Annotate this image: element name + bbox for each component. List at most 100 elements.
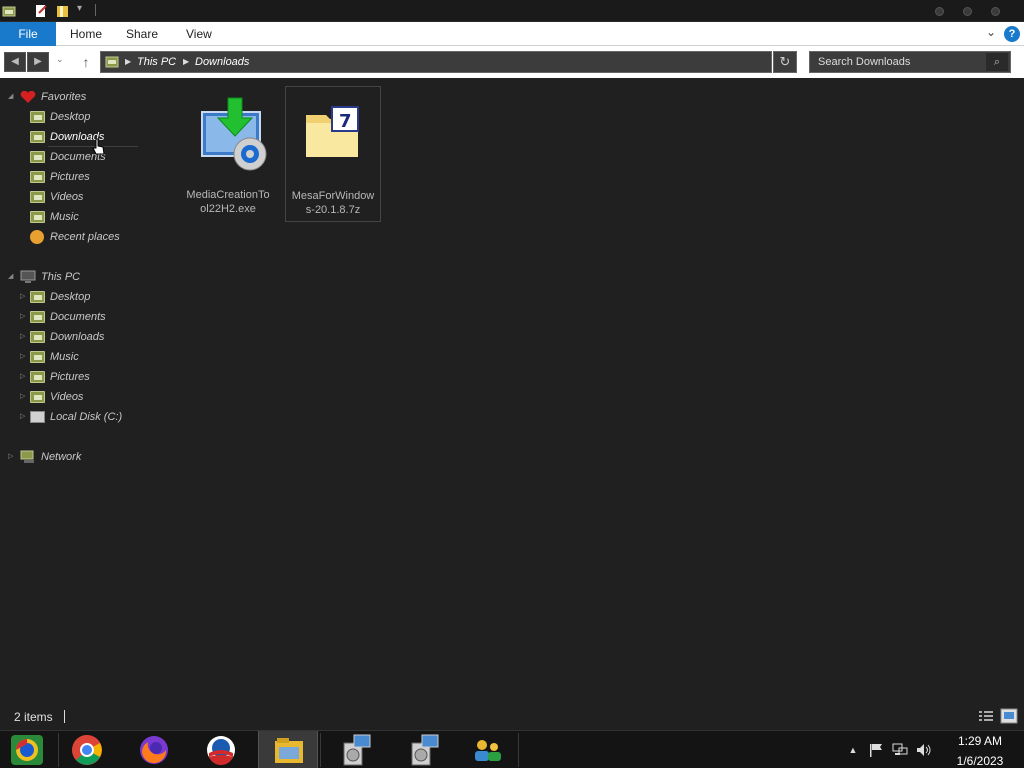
svg-text:7: 7 bbox=[339, 111, 352, 132]
recent-locations-icon[interactable]: ⌄ bbox=[56, 54, 64, 65]
nav-pc-local-disk-c[interactable]: ▷ Local Disk (C:) bbox=[20, 408, 160, 426]
expand-arrow-icon[interactable]: ▷ bbox=[20, 308, 30, 326]
nav-pc-pictures[interactable]: ▷ Pictures bbox=[20, 368, 160, 386]
nav-favorites[interactable]: ◢ Favorites bbox=[8, 88, 158, 106]
details-view-icon[interactable] bbox=[977, 708, 995, 724]
tab-file[interactable]: File bbox=[0, 22, 56, 46]
expand-arrow-icon[interactable]: ▷ bbox=[20, 348, 30, 366]
collapse-arrow-icon[interactable]: ◢ bbox=[8, 268, 18, 286]
nav-item-label: Music bbox=[50, 351, 79, 363]
refresh-button[interactable]: ↻ bbox=[773, 51, 797, 73]
nav-favorites-recent-places[interactable]: Recent places bbox=[30, 228, 170, 246]
taskbar-file-explorer[interactable] bbox=[258, 731, 318, 768]
chrome-icon bbox=[72, 735, 102, 765]
clock-time: 1:29 AM bbox=[957, 734, 1003, 748]
videos-folder-icon bbox=[30, 391, 45, 403]
back-button[interactable]: ◀ bbox=[4, 52, 26, 72]
breadcrumb-this-pc[interactable]: This PC bbox=[137, 52, 176, 72]
help-icon[interactable]: ? bbox=[1004, 26, 1020, 42]
status-divider bbox=[64, 710, 65, 723]
nav-pc-downloads[interactable]: ▷ Downloads bbox=[20, 328, 160, 346]
breadcrumb-arrow-icon[interactable]: ▶ bbox=[183, 52, 189, 72]
navigation-pane: ◢ Favorites Desktop Downloads Documents Pic… bbox=[0, 78, 170, 702]
nav-item-label: Downloads bbox=[50, 331, 105, 343]
forward-button[interactable]: ▶ bbox=[27, 52, 49, 72]
folder-app-icon[interactable] bbox=[2, 4, 16, 18]
this-pc-folder-icon bbox=[105, 56, 119, 68]
expand-arrow-icon[interactable]: ▷ bbox=[8, 448, 18, 466]
address-row: ◀ ▶ ⌄ ↑ ▶ This PC ▶ Downloads ↻ Search D… bbox=[0, 46, 1024, 78]
nav-pc-music[interactable]: ▷ Music bbox=[20, 348, 160, 366]
up-arrow-icon[interactable]: ↑ bbox=[78, 52, 94, 72]
music-folder-icon bbox=[30, 211, 45, 223]
nav-favorites-videos[interactable]: Videos bbox=[30, 188, 170, 206]
tab-view[interactable]: View bbox=[186, 22, 212, 46]
downloads-folder-icon bbox=[30, 131, 45, 143]
expand-arrow-icon[interactable]: ▷ bbox=[20, 368, 30, 386]
nav-favorites-desktop[interactable]: Desktop bbox=[30, 108, 170, 126]
file-item-media-creation-tool[interactable]: MediaCreationTo ol22H2.exe bbox=[180, 86, 276, 222]
expand-arrow-icon[interactable]: ▷ bbox=[20, 388, 30, 406]
status-bar: 2 items bbox=[0, 702, 1024, 730]
nav-pc-desktop[interactable]: ▷ Desktop bbox=[20, 288, 160, 306]
media-creation-tool-icon bbox=[201, 97, 267, 171]
show-hidden-icons-icon[interactable]: ▲ bbox=[845, 743, 861, 757]
expand-arrow-icon[interactable]: ▷ bbox=[20, 408, 30, 426]
local-disk-icon bbox=[30, 411, 45, 423]
heart-icon bbox=[20, 91, 36, 103]
nav-this-pc-label: This PC bbox=[41, 271, 81, 283]
expand-arrow-icon[interactable]: ▷ bbox=[20, 288, 30, 306]
desktop-folder-icon bbox=[30, 111, 45, 123]
new-folder-icon[interactable] bbox=[56, 4, 70, 18]
nav-favorites-pictures[interactable]: Pictures bbox=[30, 168, 170, 186]
file-view[interactable]: MediaCreationTo ol22H2.exe 7 MesaForWind… bbox=[92, 78, 1024, 702]
taskbar-installer-2[interactable] bbox=[394, 731, 454, 768]
documents-folder-icon bbox=[30, 311, 45, 323]
obama-logo-icon bbox=[207, 736, 235, 765]
maximize-button[interactable] bbox=[963, 7, 972, 16]
minimize-button[interactable] bbox=[935, 7, 944, 16]
nav-this-pc[interactable]: ◢ This PC bbox=[8, 268, 158, 286]
tab-share[interactable]: Share bbox=[126, 22, 158, 46]
nav-item-label: Local Disk (C:) bbox=[50, 411, 123, 423]
taskbar-network-app[interactable] bbox=[458, 731, 518, 768]
start-button[interactable] bbox=[0, 731, 56, 768]
expand-arrow-icon[interactable]: ▷ bbox=[20, 328, 30, 346]
nav-favorites-label: Favorites bbox=[41, 91, 87, 103]
large-icons-view-icon[interactable] bbox=[1000, 708, 1018, 724]
videos-folder-icon bbox=[30, 191, 45, 203]
taskbar-installer-1[interactable] bbox=[326, 731, 386, 768]
quick-access-dropdown-icon[interactable]: ▾ bbox=[77, 3, 82, 14]
nav-pc-videos[interactable]: ▷ Videos bbox=[20, 388, 160, 406]
file-item-mesa[interactable]: 7 MesaForWindow s-20.1.8.7z bbox=[285, 86, 381, 222]
item-count: 2 items bbox=[14, 710, 53, 724]
address-bar[interactable]: ▶ This PC ▶ Downloads bbox=[100, 51, 772, 73]
taskbar-app-circle[interactable] bbox=[190, 731, 250, 768]
nav-item-label: Videos bbox=[50, 391, 84, 403]
search-icon[interactable]: ⌕ bbox=[986, 53, 1008, 71]
tab-home[interactable]: Home bbox=[70, 22, 102, 46]
action-center-flag-icon[interactable] bbox=[868, 743, 884, 757]
network-tray-icon[interactable] bbox=[892, 743, 908, 757]
7zip-archive-icon: 7 bbox=[306, 106, 359, 157]
nav-network[interactable]: ▷ Network bbox=[8, 448, 158, 466]
collapse-arrow-icon[interactable]: ◢ bbox=[8, 88, 18, 106]
breadcrumb-arrow-icon[interactable]: ▶ bbox=[125, 52, 131, 72]
properties-icon[interactable] bbox=[34, 4, 48, 18]
close-button[interactable] bbox=[991, 7, 1000, 16]
documents-folder-icon bbox=[30, 151, 45, 163]
firefox-icon bbox=[140, 736, 168, 764]
installer-icon bbox=[343, 734, 371, 766]
nav-pc-documents[interactable]: ▷ Documents bbox=[20, 308, 160, 326]
nav-favorites-music[interactable]: Music bbox=[30, 208, 170, 226]
taskbar-chrome[interactable] bbox=[58, 731, 118, 768]
system-clock[interactable]: 1:29 AM 1/6/2023 bbox=[940, 733, 1020, 768]
volume-icon[interactable] bbox=[916, 743, 932, 757]
expand-ribbon-icon[interactable]: ⌄ bbox=[986, 25, 996, 39]
search-input[interactable]: Search Downloads ⌕ bbox=[809, 51, 1011, 73]
taskbar-separator bbox=[320, 733, 321, 767]
breadcrumb-downloads[interactable]: Downloads bbox=[195, 52, 249, 72]
file-name-line1: MediaCreationTo bbox=[186, 189, 270, 201]
clock-date: 1/6/2023 bbox=[956, 754, 1004, 768]
taskbar-firefox[interactable] bbox=[124, 731, 184, 768]
